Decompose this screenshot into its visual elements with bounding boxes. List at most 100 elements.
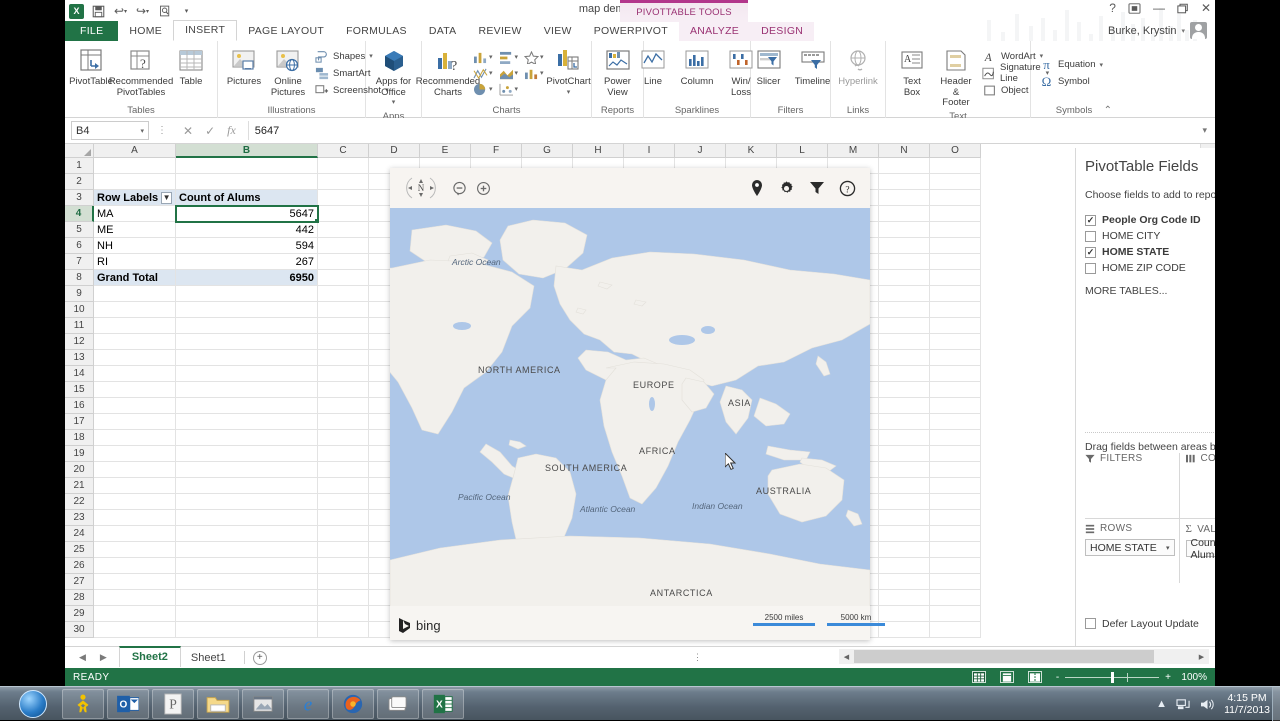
cell-a25[interactable] bbox=[94, 542, 176, 558]
cell-o16[interactable] bbox=[930, 398, 981, 414]
cell-c16[interactable] bbox=[318, 398, 369, 414]
sheet-nav-arrows[interactable]: ◀ ▶ bbox=[73, 652, 119, 663]
name-box-chevron-down-icon[interactable]: ▾ bbox=[140, 127, 144, 135]
cell-b5-value[interactable]: 442 bbox=[176, 222, 318, 238]
cell-o29[interactable] bbox=[930, 606, 981, 622]
cell-o12[interactable] bbox=[930, 334, 981, 350]
cell-o2[interactable] bbox=[930, 174, 981, 190]
row-header-7[interactable]: 7 bbox=[65, 254, 94, 270]
cell-o25[interactable] bbox=[930, 542, 981, 558]
restore-icon[interactable] bbox=[1177, 3, 1189, 14]
row-header-8[interactable]: 8 bbox=[65, 270, 94, 286]
cell-b12[interactable] bbox=[176, 334, 318, 350]
pictures-button[interactable]: Pictures bbox=[223, 44, 265, 90]
row-header-4[interactable]: 4 bbox=[65, 206, 94, 222]
cell-n1[interactable] bbox=[879, 158, 930, 174]
cell-b13[interactable] bbox=[176, 350, 318, 366]
collapse-ribbon-icon[interactable]: ⌃ bbox=[1104, 105, 1112, 116]
filter-icon[interactable] bbox=[809, 180, 825, 196]
network-icon[interactable] bbox=[1176, 698, 1191, 711]
cell-n27[interactable] bbox=[879, 574, 930, 590]
show-hidden-icons-icon[interactable]: ▲ bbox=[1156, 698, 1167, 710]
formula-bar-buttons[interactable]: ✕ ✓ fx bbox=[175, 123, 244, 138]
row-header-23[interactable]: 23 bbox=[65, 510, 94, 526]
tab-analyze[interactable]: ANALYZE bbox=[679, 22, 750, 41]
pie-chart-button[interactable]: ▾ bbox=[471, 82, 495, 97]
cell-a23[interactable] bbox=[94, 510, 176, 526]
column-header-c[interactable]: C bbox=[318, 144, 369, 158]
cell-c13[interactable] bbox=[318, 350, 369, 366]
cell-a20[interactable] bbox=[94, 462, 176, 478]
stock-chart-chevron-down-icon[interactable]: ▾ bbox=[540, 53, 544, 61]
sheet-tab-sheet2[interactable]: Sheet2 bbox=[118, 646, 181, 667]
zoom-out-button[interactable]: - bbox=[1056, 672, 1059, 683]
cell-b28[interactable] bbox=[176, 590, 318, 606]
column-header-j[interactable]: J bbox=[675, 144, 726, 158]
cell-b23[interactable] bbox=[176, 510, 318, 526]
row-header-20[interactable]: 20 bbox=[65, 462, 94, 478]
tab-formulas[interactable]: FORMULAS bbox=[335, 22, 418, 41]
cell-c4[interactable] bbox=[318, 206, 369, 222]
checkbox-icon[interactable] bbox=[1085, 618, 1096, 629]
cell-b14[interactable] bbox=[176, 366, 318, 382]
normal-view-icon[interactable] bbox=[971, 671, 986, 683]
cell-a26[interactable] bbox=[94, 558, 176, 574]
cell-o1[interactable] bbox=[930, 158, 981, 174]
row-header-24[interactable]: 24 bbox=[65, 526, 94, 542]
tab-data[interactable]: DATA bbox=[418, 22, 468, 41]
cell-c12[interactable] bbox=[318, 334, 369, 350]
cell-a10[interactable] bbox=[94, 302, 176, 318]
area-rows[interactable]: ROWS HOME STATE ▾ bbox=[1085, 518, 1179, 583]
cell-n4[interactable] bbox=[879, 206, 930, 222]
cell-o14[interactable] bbox=[930, 366, 981, 382]
cell-c28[interactable] bbox=[318, 590, 369, 606]
row-header-25[interactable]: 25 bbox=[65, 542, 94, 558]
cell-a2[interactable] bbox=[94, 174, 176, 190]
cell-o9[interactable] bbox=[930, 286, 981, 302]
cancel-icon[interactable]: ✕ bbox=[183, 124, 193, 138]
cell-a16[interactable] bbox=[94, 398, 176, 414]
sparkline-column-button[interactable]: Column bbox=[676, 44, 718, 90]
page-layout-view-icon[interactable] bbox=[999, 671, 1014, 683]
map-zoom-controls[interactable] bbox=[452, 181, 491, 196]
cell-n26[interactable] bbox=[879, 558, 930, 574]
row-header-2[interactable]: 2 bbox=[65, 174, 94, 190]
header-footer-button[interactable]: Header & Footer bbox=[935, 44, 977, 111]
help-icon[interactable]: ? bbox=[1109, 1, 1116, 15]
column-header-d[interactable]: D bbox=[369, 144, 420, 158]
pivottable-button[interactable]: PivotTable bbox=[69, 44, 113, 90]
cell-n10[interactable] bbox=[879, 302, 930, 318]
cell-b19[interactable] bbox=[176, 446, 318, 462]
map-compass[interactable]: N bbox=[404, 175, 438, 201]
cell-a18[interactable] bbox=[94, 430, 176, 446]
bubble-chart-button[interactable]: ▾ bbox=[497, 82, 521, 97]
column-header-b[interactable]: B bbox=[176, 144, 318, 158]
cell-n15[interactable] bbox=[879, 382, 930, 398]
cell-o22[interactable] bbox=[930, 494, 981, 510]
field-home-zip-code[interactable]: HOME ZIP CODE bbox=[1085, 260, 1215, 276]
cell-c23[interactable] bbox=[318, 510, 369, 526]
cell-c6[interactable] bbox=[318, 238, 369, 254]
zoom-slider[interactable] bbox=[1065, 671, 1160, 683]
cell-b27[interactable] bbox=[176, 574, 318, 590]
cell-o26[interactable] bbox=[930, 558, 981, 574]
row-header-9[interactable]: 9 bbox=[65, 286, 94, 302]
cell-o7[interactable] bbox=[930, 254, 981, 270]
cell-n12[interactable] bbox=[879, 334, 930, 350]
table-button[interactable]: Table bbox=[170, 44, 212, 90]
cell-a9[interactable] bbox=[94, 286, 176, 302]
cell-c20[interactable] bbox=[318, 462, 369, 478]
cell-n21[interactable] bbox=[879, 478, 930, 494]
pivotchart-chevron-down-icon[interactable]: ▾ bbox=[567, 88, 571, 99]
cell-c14[interactable] bbox=[318, 366, 369, 382]
pie-chart-chevron-down-icon[interactable]: ▾ bbox=[489, 85, 493, 93]
cell-n17[interactable] bbox=[879, 414, 930, 430]
cell-n22[interactable] bbox=[879, 494, 930, 510]
cell-c22[interactable] bbox=[318, 494, 369, 510]
cell-n9[interactable] bbox=[879, 286, 930, 302]
column-header-i[interactable]: I bbox=[624, 144, 675, 158]
row-header-14[interactable]: 14 bbox=[65, 366, 94, 382]
column-header-a[interactable]: A bbox=[94, 144, 176, 158]
help-icon[interactable]: ? bbox=[839, 180, 856, 197]
row-header-17[interactable]: 17 bbox=[65, 414, 94, 430]
